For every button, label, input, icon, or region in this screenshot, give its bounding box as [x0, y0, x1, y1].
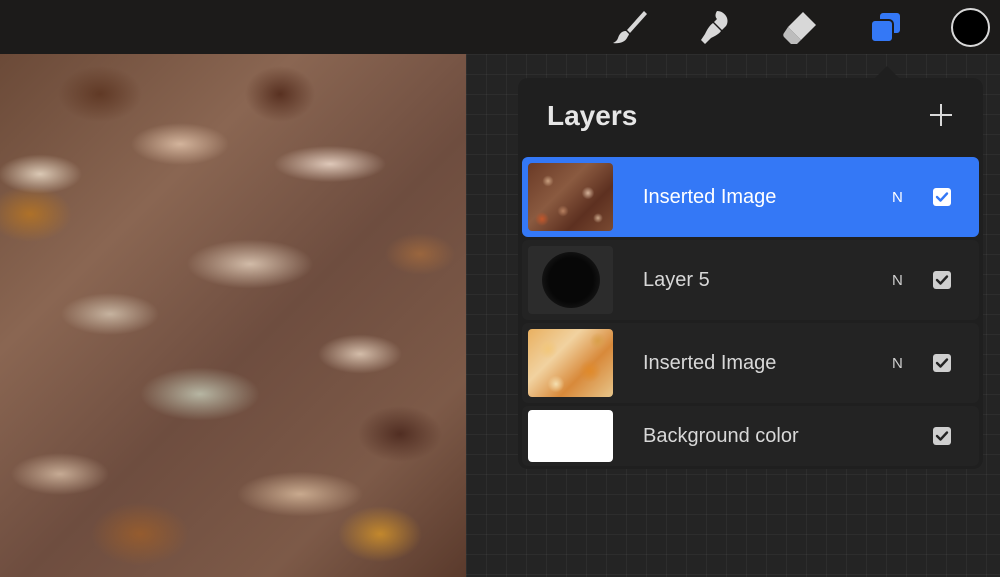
checkmark-icon — [935, 431, 949, 441]
panel-title: Layers — [547, 100, 638, 131]
checkmark-icon — [935, 192, 949, 202]
visibility-checkbox[interactable] — [933, 354, 951, 372]
layer-row-inserted-image-1[interactable]: Inserted Image N — [522, 157, 979, 237]
top-toolbar — [0, 0, 1000, 54]
eraser-tool-button[interactable] — [780, 7, 820, 47]
eraser-icon — [783, 12, 816, 44]
checkmark-icon — [935, 275, 949, 285]
layers-tool-button[interactable] — [866, 7, 906, 47]
color-picker-swatch[interactable] — [951, 8, 990, 47]
popover-arrow — [875, 66, 899, 78]
layer-name: Background color — [643, 424, 799, 447]
layer-row-layer-5[interactable]: Layer 5 N — [522, 240, 979, 320]
brush-icon — [613, 11, 647, 44]
visibility-checkbox[interactable] — [933, 188, 951, 206]
layer-thumbnail — [528, 246, 613, 314]
layer-thumbnail — [528, 163, 613, 231]
layer-name: Inserted Image — [643, 351, 777, 374]
canvas-artwork[interactable] — [0, 54, 466, 577]
smudge-icon — [701, 11, 728, 44]
blend-mode-button[interactable]: N — [892, 157, 903, 237]
layer-row-inserted-image-2[interactable]: Inserted Image N — [522, 323, 979, 403]
smudge-tool-button[interactable] — [696, 7, 736, 47]
layer-name: Inserted Image — [643, 185, 777, 208]
layer-thumbnail — [528, 329, 613, 397]
checkmark-icon — [935, 358, 949, 368]
add-layer-button[interactable] — [926, 100, 956, 130]
visibility-checkbox[interactable] — [933, 271, 951, 289]
layer-name: Layer 5 — [643, 268, 710, 291]
background-color-thumbnail — [528, 410, 613, 462]
layer-row-background-color[interactable]: Background color — [522, 406, 979, 466]
layers-icon — [870, 11, 902, 43]
visibility-checkbox[interactable] — [933, 427, 951, 445]
blend-mode-button[interactable]: N — [892, 240, 903, 320]
blend-mode-button[interactable]: N — [892, 323, 903, 403]
brush-tool-button[interactable] — [610, 7, 650, 47]
